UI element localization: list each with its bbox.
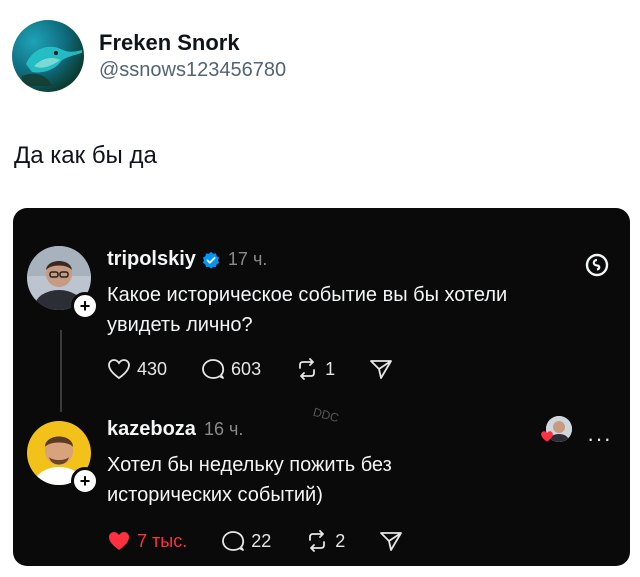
tweet-text: Да как бы да	[14, 142, 157, 169]
reply-count: 603	[231, 358, 262, 379]
reply-count: 22	[251, 530, 272, 551]
author-info: Freken Snork @ssnows123456780	[99, 29, 286, 83]
post-actions: 7 тыс. 22 2	[107, 530, 443, 552]
tweet-header: Freken Snork @ssnows123456780	[12, 20, 286, 92]
repost-button[interactable]: 1	[295, 358, 335, 380]
like-count: 7 тыс.	[137, 530, 188, 551]
reply-button[interactable]: 603	[201, 358, 261, 380]
like-button[interactable]: 7 тыс.	[107, 530, 187, 552]
post-text: Какое историческое событие вы бы хотели …	[107, 280, 507, 340]
like-count: 430	[137, 358, 168, 379]
follow-plus-icon[interactable]: +	[71, 467, 99, 495]
post-header: kazeboza 16 ч.	[107, 418, 243, 441]
repost-icon	[299, 358, 315, 380]
repost-count: 2	[335, 530, 346, 551]
more-options-icon[interactable]: ···	[587, 426, 612, 452]
post-text: Хотел бы недельку пожить без исторически…	[107, 450, 392, 510]
send-icon	[370, 360, 393, 379]
post-username[interactable]: kazeboza	[107, 418, 196, 441]
thread-line	[60, 330, 62, 412]
post-text-line: увидеть лично?	[107, 314, 253, 336]
post-time: 17 ч.	[227, 249, 268, 269]
post-text-line: Хотел бы недельку пожить без	[107, 454, 392, 476]
follow-plus-icon[interactable]: +	[71, 292, 99, 320]
author-avatar[interactable]	[12, 20, 84, 92]
reply-button[interactable]: 22	[221, 530, 271, 552]
post-text-line: Какое историческое событие вы бы хотели	[107, 284, 508, 306]
share-button[interactable]	[369, 358, 399, 380]
post-time: 16 ч.	[203, 419, 244, 439]
watermark: DDC	[311, 404, 341, 426]
repost-button[interactable]: 2	[305, 530, 345, 552]
post-username[interactable]: tripolskiy	[107, 248, 196, 271]
heart-icon	[108, 359, 130, 380]
post-header: tripolskiy 17 ч.	[107, 248, 267, 271]
comment-icon	[202, 359, 225, 379]
post-actions: 430 603 1	[107, 358, 433, 380]
author-handle[interactable]: @ssnows123456780	[99, 57, 286, 83]
verified-badge-icon	[202, 251, 220, 269]
heart-filled-icon	[109, 532, 129, 550]
share-button[interactable]	[379, 530, 409, 552]
send-icon	[380, 532, 403, 551]
author-name[interactable]: Freken Snork	[99, 29, 286, 57]
embedded-threads-card: + tripolskiy 17 ч. Какое историческое со…	[13, 208, 630, 566]
repost-icon	[309, 530, 326, 552]
repost-count: 1	[325, 358, 336, 379]
threads-logo-icon[interactable]	[584, 252, 610, 278]
liked-heart-icon	[541, 431, 553, 442]
hummingbird-icon	[22, 46, 82, 86]
post-text-line: исторических событий)	[107, 484, 323, 506]
like-button[interactable]: 430	[107, 358, 167, 380]
comment-icon	[222, 531, 245, 551]
